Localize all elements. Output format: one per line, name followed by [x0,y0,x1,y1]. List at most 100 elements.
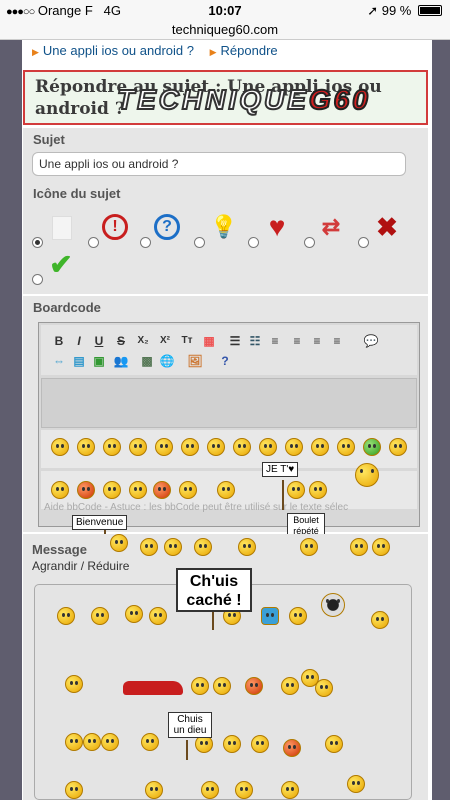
smiley-icon[interactable] [149,607,167,625]
smiley-icon[interactable] [125,605,143,623]
italic-button[interactable]: I [71,333,87,349]
smiley-icon[interactable] [337,438,355,456]
smiley-icon[interactable] [251,735,269,753]
color-grid-icon[interactable]: ▦ [201,333,217,349]
picture-icon[interactable]: 🖼 [187,353,203,369]
sick-smiley-icon[interactable] [363,438,381,456]
smiley-icon[interactable] [191,677,209,695]
smiley-icon[interactable] [164,538,182,556]
smiley-icon[interactable] [141,733,159,751]
image-icon[interactable]: ▩ [139,353,155,369]
bbcode-preview-area[interactable] [41,378,417,428]
smiley-icon[interactable] [103,438,121,456]
code-icon[interactable]: ⇔ [51,353,67,369]
smiley-icon[interactable] [287,481,305,499]
subscript-button[interactable]: X₂ [135,333,151,349]
topic-icon-radio-exclamation[interactable] [88,237,99,248]
smiley-icon[interactable] [285,438,303,456]
smiley-icon[interactable] [145,781,163,799]
cup-smiley-icon[interactable] [261,607,279,625]
numbered-list-icon[interactable]: ☷ [247,333,263,349]
smiley-icon[interactable] [103,481,121,499]
smiley-icon[interactable] [289,607,307,625]
smiley-icon[interactable] [233,438,251,456]
smiley-icon[interactable] [83,733,101,751]
bold-button[interactable]: B [51,333,67,349]
smiley-icon[interactable] [283,739,301,757]
url-bar[interactable]: techniqueg60.com [0,22,450,40]
smiley-icon[interactable] [194,538,212,556]
eye-smiley-icon[interactable] [321,593,345,617]
smiley-icon[interactable] [77,438,95,456]
topic-icon-radio-check[interactable] [32,274,43,285]
align-left-icon[interactable]: ≡ [289,333,305,349]
users-icon[interactable]: 👥 [113,353,129,369]
subject-input[interactable]: Une appli ios ou android ? [32,152,406,176]
smiley-icon[interactable] [110,534,128,552]
smiley-icon[interactable] [281,781,299,799]
message-textarea[interactable] [34,584,412,800]
quote-bubble-icon[interactable]: 💬 [363,333,379,349]
smiley-icon[interactable] [129,481,147,499]
smiley-icon[interactable] [129,438,147,456]
smiley-icon[interactable] [201,781,219,799]
smiley-icon[interactable] [238,538,256,556]
topic-icon-radio-lightbulb[interactable] [194,237,205,248]
list-icon[interactable]: ≡ [267,333,283,349]
clown-smiley-icon[interactable] [245,677,263,695]
angry-smiley-icon[interactable] [77,481,95,499]
help-icon[interactable]: ? [217,353,233,369]
smiley-icon[interactable] [311,438,329,456]
smiley-icon[interactable] [181,438,199,456]
smiley-icon[interactable] [315,679,333,697]
font-size-button[interactable]: Tт [179,333,195,349]
smiley-icon[interactable] [140,538,158,556]
car-smiley-icon[interactable] [123,681,183,695]
table-icon[interactable]: ▤ [71,353,87,369]
bullet-list-icon[interactable]: ☰ [227,333,243,349]
smiley-icon[interactable] [281,677,299,695]
smiley-icon[interactable] [65,781,83,799]
topic-icon-radio-none[interactable] [32,237,43,248]
smiley-icon[interactable] [51,438,69,456]
smiley-icon[interactable] [347,775,365,793]
cowboy-horse-smiley-icon[interactable] [355,463,379,487]
smiley-icon[interactable] [155,438,173,456]
reduce-link[interactable]: Réduire [87,559,129,573]
smiley-icon[interactable] [223,735,241,753]
smiley-icon[interactable] [57,607,75,625]
smiley-icon[interactable] [65,733,83,751]
smiley-icon[interactable] [101,733,119,751]
smiley-icon[interactable] [372,538,390,556]
underline-button[interactable]: U [91,333,107,349]
align-center-icon[interactable]: ≡ [309,333,325,349]
strike-button[interactable]: S [113,333,129,349]
align-right-icon[interactable]: ≡ [329,333,345,349]
smiley-icon[interactable] [309,481,327,499]
smiley-icon[interactable] [389,438,407,456]
devil-smiley-icon[interactable] [153,481,171,499]
topic-icon-radio-cross[interactable] [358,237,369,248]
smiley-icon[interactable] [235,781,253,799]
smiley-icon[interactable] [179,481,197,499]
globe-link-icon[interactable]: 🌐 [159,353,175,369]
smiley-icon[interactable] [371,611,389,629]
breadcrumb-reply-link[interactable]: Répondre [221,43,278,58]
smiley-icon[interactable] [350,538,368,556]
breadcrumb-topic-link[interactable]: Une appli ios ou android ? [43,43,194,58]
smiley-icon[interactable] [207,438,225,456]
smiley-icon[interactable] [325,735,343,753]
smiley-icon[interactable] [51,481,69,499]
smiley-icon[interactable] [65,675,83,693]
window-icon[interactable]: ▣ [91,353,107,369]
topic-icon-radio-heart[interactable] [248,237,259,248]
topic-icon-radio-question[interactable] [140,237,151,248]
topic-icon-radio-swap[interactable] [304,237,315,248]
smiley-icon[interactable] [91,607,109,625]
smiley-icon[interactable] [259,438,277,456]
enlarge-link[interactable]: Agrandir / [32,559,84,573]
smiley-icon[interactable] [213,677,231,695]
smiley-icon[interactable] [300,538,318,556]
smiley-icon[interactable] [217,481,235,499]
superscript-button[interactable]: X² [157,333,173,349]
